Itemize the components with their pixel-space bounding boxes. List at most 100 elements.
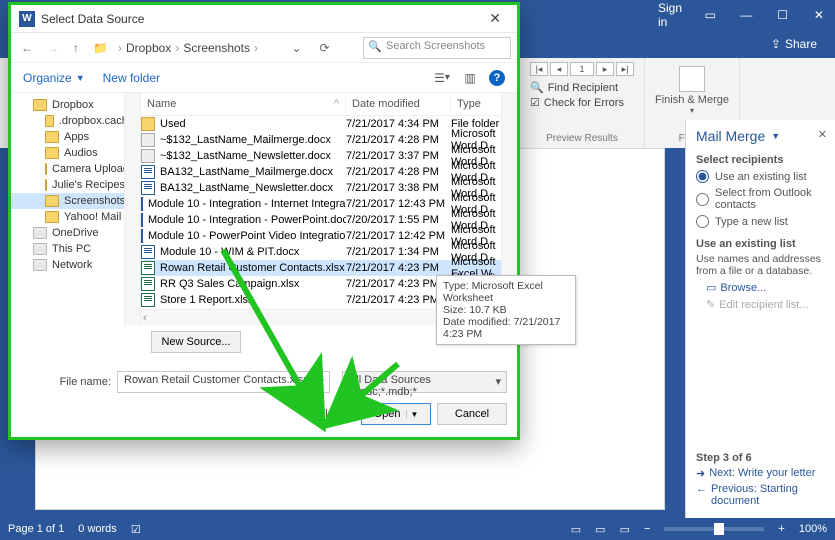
tree-item[interactable]: Julie's Recipes fr bbox=[11, 177, 140, 193]
refresh-button[interactable]: ⟳ bbox=[316, 39, 334, 57]
breadcrumb-item[interactable]: Screenshots bbox=[183, 41, 250, 55]
option-outlook-contacts[interactable]: Select from Outlook contacts bbox=[696, 187, 825, 211]
folder-icon bbox=[45, 179, 47, 191]
tree-item[interactable]: Network bbox=[11, 257, 140, 273]
tmp-file-icon bbox=[141, 133, 155, 147]
nav-fwd-button[interactable]: → bbox=[43, 39, 63, 57]
tree-item-label: Audios bbox=[64, 147, 98, 159]
folder-icon bbox=[45, 211, 59, 223]
dialog-title: Select Data Source bbox=[41, 12, 144, 26]
column-name[interactable]: Name ^ bbox=[141, 95, 346, 113]
nav-next-button[interactable]: ▸ bbox=[596, 62, 614, 76]
doc-file-icon bbox=[141, 229, 143, 243]
ribbon-group-preview: |◂ ◂ 1 ▸ ▸| 🔍Find Recipient ☑Check for E… bbox=[520, 58, 645, 148]
nav-tree: Dropbox .dropbox.cache Apps Audios Camera Up… bbox=[11, 93, 141, 325]
help-button[interactable]: ? bbox=[489, 70, 505, 86]
view-web-icon[interactable]: ▭ bbox=[620, 523, 630, 536]
spellcheck-icon[interactable]: ☑ bbox=[131, 523, 141, 536]
new-source-button[interactable]: New Source... bbox=[151, 331, 241, 353]
tree-item[interactable]: Dropbox bbox=[11, 97, 140, 113]
browse-link[interactable]: ▭Browse... bbox=[706, 281, 825, 294]
maximize-button[interactable]: ☐ bbox=[775, 0, 791, 30]
file-name: Used bbox=[160, 118, 186, 130]
xls-file-icon bbox=[141, 277, 155, 291]
zoom-in-button[interactable]: + bbox=[778, 523, 784, 535]
search-input[interactable]: Search Screenshots bbox=[363, 37, 511, 59]
chevron-down-icon[interactable]: ▼ bbox=[771, 131, 780, 141]
filetype-filter-combo[interactable]: All Data Sources (*.odc;*.mdb;* bbox=[342, 371, 507, 393]
share-button[interactable]: ⇪Share bbox=[763, 35, 825, 53]
breadcrumb-item[interactable]: Dropbox bbox=[126, 41, 171, 55]
nav-prev-button[interactable]: ◂ bbox=[550, 62, 568, 76]
tree-item[interactable]: .dropbox.cache bbox=[11, 113, 140, 129]
file-name: Store 1 Report.xlsx bbox=[160, 294, 254, 306]
tree-scrollbar[interactable] bbox=[124, 93, 140, 325]
nav-first-button[interactable]: |◂ bbox=[530, 62, 548, 76]
file-date: 7/21/2017 1:34 PM bbox=[346, 246, 451, 258]
ribbon-options-icon[interactable]: ▭ bbox=[702, 0, 718, 30]
open-dropdown-icon[interactable]: ▼ bbox=[406, 410, 419, 419]
folder-icon bbox=[45, 195, 59, 207]
sign-in-link[interactable]: Sign in bbox=[658, 1, 682, 29]
next-step-link[interactable]: ➜Next: Write your letter bbox=[696, 467, 825, 480]
taskpane-close-button[interactable]: ✕ bbox=[818, 128, 827, 141]
tree-item-label: Camera Uploads bbox=[52, 163, 135, 175]
tree-item[interactable]: Audios bbox=[11, 145, 140, 161]
tree-item[interactable]: Screenshots bbox=[11, 193, 140, 209]
tree-item-label: Apps bbox=[64, 131, 89, 143]
use-existing-heading: Use an existing list bbox=[696, 238, 825, 250]
finish-merge-button[interactable]: Finish & Merge▾ bbox=[655, 62, 729, 115]
tmp-file-icon bbox=[141, 149, 155, 163]
open-button[interactable]: Open▼ bbox=[361, 403, 431, 425]
tree-item[interactable]: Yahoo! Mail bbox=[11, 209, 140, 225]
tree-item-label: .dropbox.cache bbox=[59, 115, 134, 127]
organize-menu[interactable]: Organize ▼ bbox=[23, 71, 85, 85]
filename-combo[interactable]: Rowan Retail Customer Contacts.xlsx bbox=[117, 371, 330, 393]
new-folder-button[interactable]: New folder bbox=[103, 71, 160, 85]
column-date[interactable]: Date modified bbox=[346, 95, 451, 113]
preview-pane-button[interactable]: ▥ bbox=[461, 69, 479, 87]
view-mode-button[interactable]: ☰▾ bbox=[433, 69, 451, 87]
cancel-button[interactable]: Cancel bbox=[437, 403, 507, 425]
breadcrumb-dropdown[interactable]: ⌄ bbox=[287, 39, 305, 57]
zoom-out-button[interactable]: − bbox=[644, 523, 650, 535]
tree-item-label: Network bbox=[52, 259, 92, 271]
doc-file-icon bbox=[141, 245, 155, 259]
file-name: Rowan Retail Customer Contacts.xlsx bbox=[160, 262, 345, 274]
minimize-button[interactable]: — bbox=[738, 0, 754, 30]
option-new-list[interactable]: Type a new list bbox=[696, 215, 825, 228]
tools-menu[interactable]: Tools ▼ bbox=[307, 408, 345, 420]
tree-item[interactable]: OneDrive bbox=[11, 225, 140, 241]
drive-icon bbox=[33, 243, 47, 255]
check-errors-button[interactable]: ☑Check for Errors bbox=[530, 95, 634, 110]
dialog-close-button[interactable]: ✕ bbox=[481, 6, 509, 31]
tree-item[interactable]: Apps bbox=[11, 129, 140, 145]
doc-file-icon bbox=[141, 165, 155, 179]
word-app-icon: W bbox=[19, 11, 35, 27]
close-window-button[interactable]: ✕ bbox=[811, 0, 827, 30]
chevron-down-icon: ▼ bbox=[337, 410, 345, 419]
nav-last-button[interactable]: ▸| bbox=[616, 62, 634, 76]
find-recipient-button[interactable]: 🔍Find Recipient bbox=[530, 80, 634, 95]
zoom-slider[interactable] bbox=[664, 527, 764, 531]
tree-item[interactable]: Camera Uploads bbox=[11, 161, 140, 177]
option-existing-list[interactable]: Use an existing list bbox=[696, 170, 825, 183]
xls-file-icon bbox=[141, 261, 155, 275]
zoom-percent[interactable]: 100% bbox=[799, 523, 827, 535]
taskpane-title: Mail Merge▼ bbox=[696, 128, 825, 144]
nav-up-button[interactable]: ↑ bbox=[69, 39, 83, 57]
step-indicator: Step 3 of 6 bbox=[696, 452, 825, 464]
share-icon: ⇪ bbox=[771, 37, 781, 51]
prev-step-link[interactable]: ←Previous: Starting document bbox=[696, 483, 825, 507]
tree-item[interactable]: This PC bbox=[11, 241, 140, 257]
view-read-icon[interactable]: ▭ bbox=[571, 523, 581, 536]
word-count[interactable]: 0 words bbox=[78, 523, 117, 535]
view-print-icon[interactable]: ▭ bbox=[595, 523, 605, 536]
breadcrumb: › Dropbox › Screenshots › bbox=[118, 41, 258, 55]
nav-back-button[interactable]: ← bbox=[17, 39, 37, 57]
file-name: RR Q3 Sales Campaign.xlsx bbox=[160, 278, 299, 290]
record-number-field[interactable]: 1 bbox=[570, 62, 594, 76]
folder-icon: 📁 bbox=[89, 39, 112, 57]
mail-merge-taskpane: ✕ Mail Merge▼ Select recipients Use an e… bbox=[685, 120, 835, 518]
page-indicator[interactable]: Page 1 of 1 bbox=[8, 523, 64, 535]
